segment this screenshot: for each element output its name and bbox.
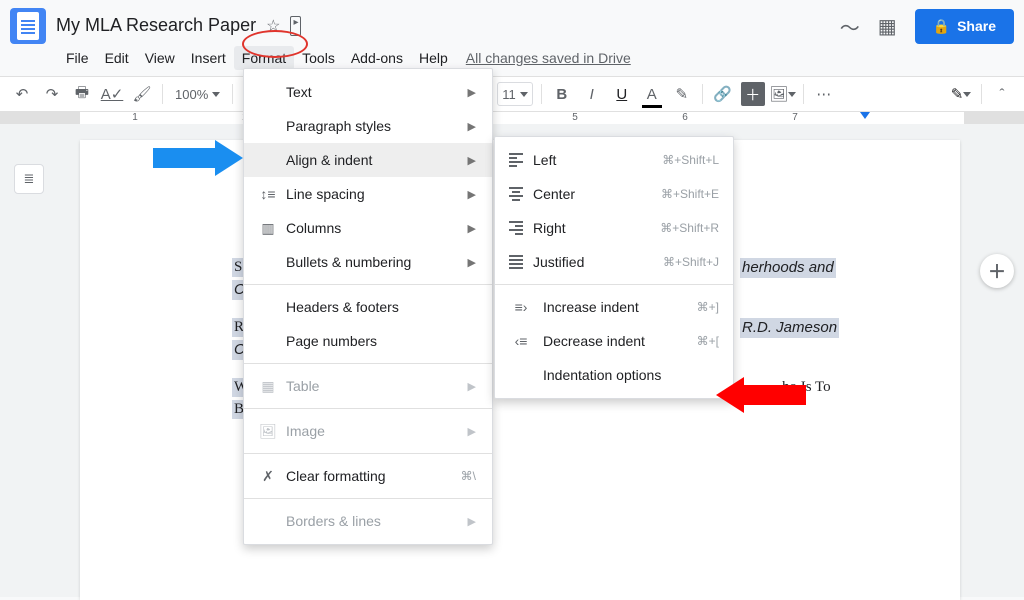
share-button[interactable]: 🔒 Share	[915, 9, 1014, 44]
line-spacing-icon: ↕≡	[256, 186, 280, 202]
highlight-color-button[interactable]: ✎	[670, 82, 694, 106]
menu-insert[interactable]: Insert	[183, 46, 234, 70]
increase-indent-icon: ≡›	[509, 299, 533, 315]
menu-edit[interactable]: Edit	[97, 46, 137, 70]
docs-logo[interactable]	[10, 8, 46, 44]
clear-format-icon: ✗	[256, 468, 280, 485]
align-center[interactable]: Center⌘+Shift+E	[495, 177, 733, 211]
format-dropdown: Text▶ Paragraph styles▶ Align & indent▶ …	[243, 68, 493, 545]
increase-indent[interactable]: ≡› Increase indent⌘+]	[495, 290, 733, 324]
align-justified[interactable]: Justified⌘+Shift+J	[495, 245, 733, 279]
indentation-options[interactable]: Indentation options	[495, 358, 733, 392]
trend-icon[interactable]: 〜	[840, 12, 860, 41]
star-icon[interactable]: ☆	[266, 16, 280, 36]
font-size-input[interactable]: 11	[497, 82, 533, 106]
align-right[interactable]: Right⌘+Shift+R	[495, 211, 733, 245]
format-align-indent[interactable]: Align & indent▶	[244, 143, 492, 177]
hide-menus-icon[interactable]: ˆ	[990, 82, 1014, 106]
chevron-down-icon	[788, 92, 796, 97]
ruler-tick: 1	[80, 112, 190, 123]
image-icon: 🖼	[256, 423, 280, 440]
format-borders-lines: Borders & lines▶	[244, 504, 492, 538]
menu-view[interactable]: View	[137, 46, 183, 70]
format-image: 🖼Image▶	[244, 414, 492, 448]
bold-button[interactable]: B	[550, 82, 574, 106]
format-columns[interactable]: ▥Columns▶	[244, 211, 492, 245]
editing-mode-icon[interactable]: ✎	[949, 82, 973, 106]
format-page-numbers[interactable]: Page numbers	[244, 324, 492, 358]
undo-icon[interactable]: ↶	[10, 82, 34, 106]
format-headers-footers[interactable]: Headers & footers	[244, 290, 492, 324]
lock-icon: 🔒	[933, 18, 950, 35]
format-clear-formatting[interactable]: ✗Clear formatting⌘\	[244, 459, 492, 493]
text-color-button[interactable]: A	[640, 82, 664, 106]
decrease-indent[interactable]: ‹≡ Decrease indent⌘+[	[495, 324, 733, 358]
align-indent-submenu: Left⌘+Shift+L Center⌘+Shift+E Right⌘+Shi…	[494, 136, 734, 399]
format-line-spacing[interactable]: ↕≡Line spacing▶	[244, 177, 492, 211]
paint-format-icon[interactable]: 🖌	[130, 82, 154, 106]
ruler-tick: 7	[740, 112, 850, 123]
align-justify-icon	[509, 255, 523, 269]
show-outline-button[interactable]: ≣	[14, 164, 44, 194]
doc-title[interactable]: My MLA Research Paper	[56, 16, 256, 36]
format-paragraph-styles[interactable]: Paragraph styles▶	[244, 109, 492, 143]
selected-text: herhoods and	[740, 258, 836, 278]
more-tools-icon[interactable]: ⋯	[812, 82, 836, 106]
insert-image-icon[interactable]: 🖼	[771, 82, 795, 106]
menu-addons[interactable]: Add-ons	[343, 46, 411, 70]
move-to-icon[interactable]: ▸	[290, 16, 301, 36]
ruler-tick: 5	[520, 112, 630, 123]
print-icon[interactable]: 🖶	[70, 82, 94, 106]
menu-tools[interactable]: Tools	[294, 46, 343, 70]
zoom-select[interactable]: 100%	[171, 82, 224, 106]
redo-icon[interactable]: ↷	[40, 82, 64, 106]
explore-button[interactable]: ＋	[980, 254, 1014, 288]
columns-icon: ▥	[256, 220, 280, 237]
align-right-icon	[509, 221, 523, 235]
annotation-blue-arrow	[153, 140, 243, 176]
table-icon: ▦	[256, 378, 280, 395]
format-bullets-numbering[interactable]: Bullets & numbering▶	[244, 245, 492, 279]
share-label: Share	[957, 18, 996, 34]
chevron-down-icon	[212, 92, 220, 97]
chevron-down-icon	[963, 92, 971, 97]
selected-text: R.D. Jameson	[740, 318, 839, 338]
menu-help[interactable]: Help	[411, 46, 456, 70]
ruler-tick: 6	[630, 112, 740, 123]
menu-format[interactable]: Format	[234, 46, 294, 70]
italic-button[interactable]: I	[580, 82, 604, 106]
underline-button[interactable]: U	[610, 82, 634, 106]
chevron-down-icon	[520, 92, 528, 97]
align-center-icon	[509, 187, 523, 201]
decrease-indent-icon: ‹≡	[509, 333, 533, 349]
format-table: ▦Table▶	[244, 369, 492, 403]
comment-history-icon[interactable]: ▦	[878, 14, 897, 39]
ruler-right-indent-marker[interactable]	[860, 112, 870, 119]
insert-link-icon[interactable]: 🔗	[711, 82, 735, 106]
menu-file[interactable]: File	[58, 46, 97, 70]
align-left-icon	[509, 153, 523, 167]
spellcheck-icon[interactable]: A✓	[100, 82, 124, 106]
save-status[interactable]: All changes saved in Drive	[466, 50, 631, 66]
align-left[interactable]: Left⌘+Shift+L	[495, 143, 733, 177]
insert-comment-icon[interactable]: ＋	[741, 82, 765, 106]
annotation-red-arrow	[716, 377, 806, 413]
format-text[interactable]: Text▶	[244, 75, 492, 109]
